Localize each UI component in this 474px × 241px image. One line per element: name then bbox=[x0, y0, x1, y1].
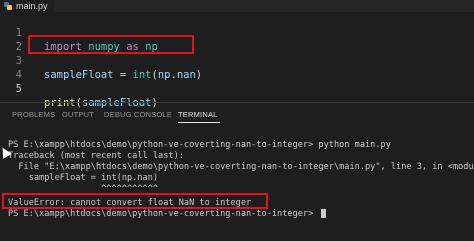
terminal-cursor bbox=[321, 209, 327, 218]
terminal-prompt: PS E:\xampp\htdocs\demo\python-ve-covert… bbox=[8, 209, 319, 219]
tab-output[interactable]: OUTPUT bbox=[62, 110, 94, 119]
tab-debug-console[interactable]: DEBUG CONSOLE bbox=[104, 110, 172, 119]
editor-tab-label: main.py bbox=[16, 1, 48, 11]
error-highlight-box bbox=[2, 193, 268, 209]
panel-divider bbox=[0, 102, 474, 103]
terminal-prompt-line: PS E:\xampp\htdocs\demo\python-ve-covert… bbox=[8, 209, 327, 220]
tab-problems[interactable]: PROBLEMS bbox=[12, 110, 55, 119]
editor-tab-bar: main.py bbox=[0, 0, 474, 12]
code-line-2: 2 bbox=[0, 26, 25, 53]
terminal-line: PS E:\xampp\htdocs\demo\python-ve-covert… bbox=[8, 140, 391, 150]
code-line-4: 4 bbox=[0, 54, 25, 81]
editor-tab-main-py[interactable]: main.py bbox=[0, 0, 54, 12]
terminal-line: File "E:\xampp\htdocs\demo\python-ve-cov… bbox=[8, 162, 474, 172]
terminal-line: Traceback (most recent call last): bbox=[8, 151, 184, 161]
code-line-1: 1 import numpy as np bbox=[0, 12, 158, 53]
code-editor[interactable]: 1 import numpy as np 2 3 sampleFloat = i… bbox=[0, 12, 474, 109]
code-line-5: 5 print(sampleFloat) bbox=[0, 68, 158, 109]
active-tab-indicator bbox=[178, 122, 220, 123]
terminal-line: sampleFloat = int(np.nan) bbox=[8, 173, 159, 183]
terminal-panel[interactable]: PS E:\xampp\htdocs\demo\python-ve-covert… bbox=[0, 124, 474, 241]
tab-terminal[interactable]: TERMINAL bbox=[178, 110, 218, 119]
python-file-icon bbox=[4, 2, 12, 10]
editor-highlight-box bbox=[28, 35, 194, 54]
code-text: sampleFloat = int(np.nan) bbox=[44, 69, 203, 81]
line-number: 5 bbox=[15, 83, 22, 95]
panel-tab-bar: PROBLEMS OUTPUT DEBUG CONSOLE TERMINAL bbox=[0, 106, 474, 124]
code-line-3: 3 sampleFloat = int(np.nan) bbox=[0, 40, 202, 81]
